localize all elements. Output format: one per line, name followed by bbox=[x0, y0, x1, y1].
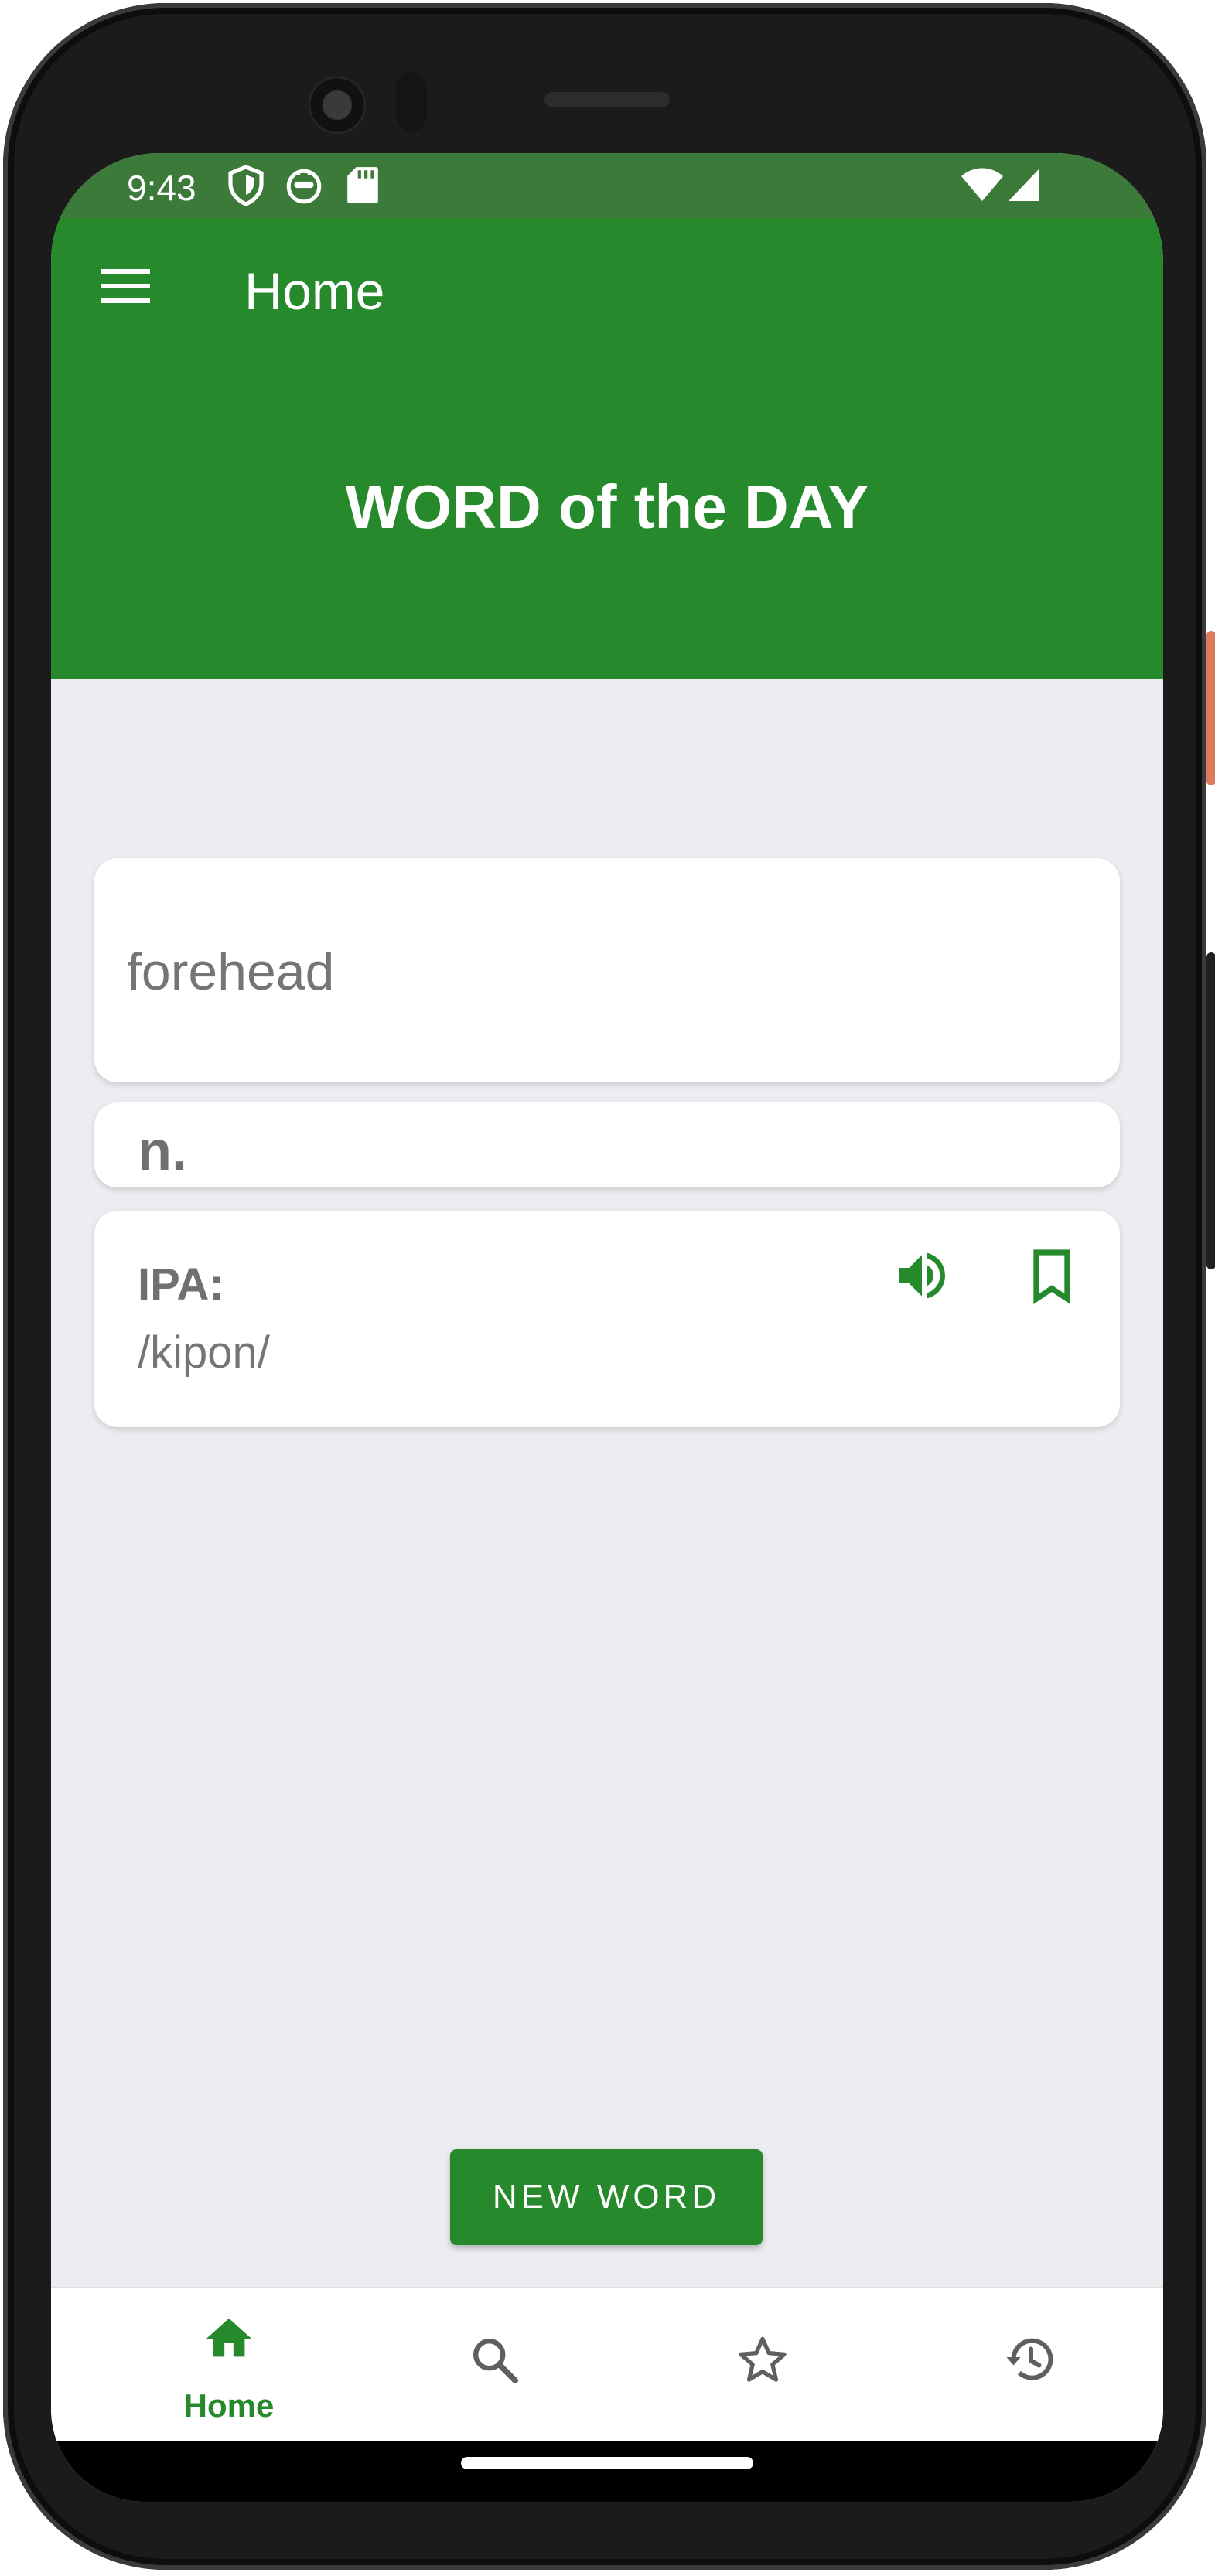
earpiece-speaker bbox=[544, 92, 670, 107]
star-outline-icon bbox=[739, 2336, 787, 2382]
proximity-sensor bbox=[396, 71, 427, 131]
part-of-speech-card: n. bbox=[94, 1102, 1120, 1187]
ipa-card: IPA: /kipon/ bbox=[94, 1211, 1120, 1427]
nav-item-history[interactable] bbox=[930, 2288, 1131, 2443]
sd-card-icon bbox=[346, 165, 379, 208]
new-word-button[interactable]: NEW WORD bbox=[450, 2149, 763, 2245]
phone-frame: 9:43 Home WORD of the DAY forehead n. IP… bbox=[3, 3, 1215, 2570]
status-time: 9:43 bbox=[127, 168, 196, 208]
nav-item-home[interactable]: Home bbox=[128, 2288, 329, 2443]
front-camera bbox=[309, 77, 366, 134]
ipa-value: /kipon/ bbox=[138, 1327, 270, 1378]
search-icon bbox=[473, 2339, 519, 2384]
status-bar: 9:43 bbox=[51, 153, 1163, 218]
gesture-bar bbox=[51, 2441, 1163, 2502]
nav-label-home: Home bbox=[183, 2387, 275, 2424]
nav-item-search[interactable] bbox=[394, 2288, 596, 2443]
home-indicator[interactable] bbox=[461, 2457, 753, 2469]
word-text: forehead bbox=[127, 942, 335, 1001]
ipa-label: IPA: bbox=[138, 1259, 224, 1310]
screen: 9:43 Home WORD of the DAY forehead n. IP… bbox=[51, 153, 1163, 2502]
bookmark-outline-icon[interactable] bbox=[1021, 1245, 1083, 1307]
shield-icon bbox=[227, 165, 265, 210]
power-button bbox=[1206, 631, 1215, 785]
cellular-signal-icon bbox=[1007, 167, 1041, 206]
hero-title: WORD of the DAY bbox=[345, 472, 869, 541]
hamburger-menu-icon[interactable] bbox=[99, 266, 153, 306]
volume-rocker bbox=[1206, 952, 1215, 1269]
cat-face-icon bbox=[285, 165, 323, 208]
home-icon bbox=[206, 2318, 252, 2357]
word-card: forehead bbox=[94, 858, 1120, 1082]
app-bar: Home bbox=[51, 218, 1163, 371]
wifi-icon bbox=[961, 167, 1004, 206]
bottom-navigation: Home bbox=[51, 2287, 1163, 2443]
nav-item-favorites[interactable] bbox=[662, 2288, 863, 2443]
word-of-the-day-header: WORD of the DAY bbox=[51, 371, 1163, 679]
app-title: Home bbox=[244, 262, 385, 321]
volume-up-icon[interactable] bbox=[891, 1245, 953, 1307]
part-of-speech: n. bbox=[138, 1120, 187, 1182]
history-icon bbox=[1006, 2338, 1053, 2380]
